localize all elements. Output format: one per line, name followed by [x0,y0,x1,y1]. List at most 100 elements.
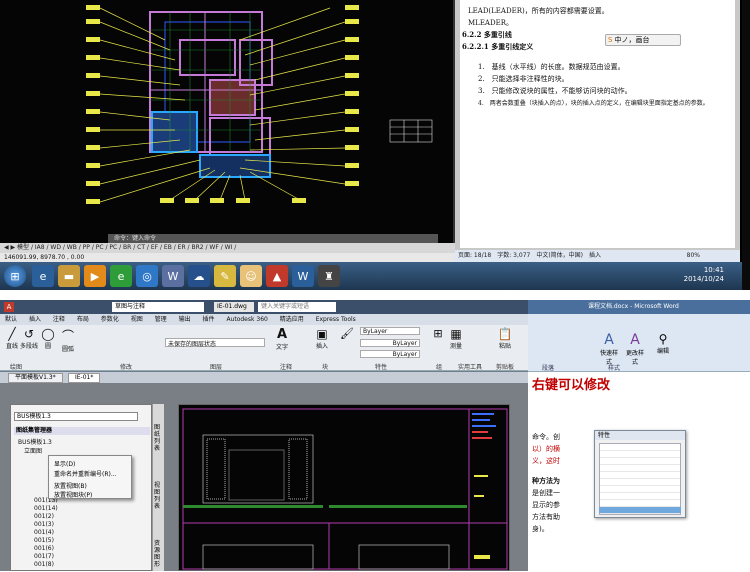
search-input[interactable]: 键入关键字或短语 [258,302,336,312]
panel-header: 图纸集管理器 [14,427,150,435]
binoculars-icon: ⚲ [658,332,668,346]
word-doc-icon[interactable]: W [292,265,314,287]
group-label-layer: 图层 [210,364,223,371]
doc-list-item: 4. 两者会数重叠（块插入的点），块的插入点的定义，在编辑块里面指定基点的参数。 [478,100,709,107]
tab-annotate[interactable]: 注释 [53,316,65,323]
match-properties-button[interactable]: 🖌 [340,327,354,340]
clock[interactable]: 10:41 2014/10/24 [684,266,724,284]
app-icon[interactable]: e [110,265,132,287]
doc-tab[interactable]: 平面模板V1.3* [8,373,63,383]
linetype-select[interactable]: ByLayer [360,339,420,347]
group-button[interactable]: ⊞ [430,327,446,340]
menu-item-place-view[interactable]: 放置视图(B) [54,481,87,490]
context-menu: 显示(D) 重命名并重新编号(R)... 放置视图(B) 放置视图块(P) [48,455,132,499]
properties-dialog[interactable]: 特性 [594,430,686,518]
doc-line: MLEADER。 [468,19,513,27]
insert-button[interactable]: ▣ 插入 [312,327,332,350]
tree-item[interactable]: 001(2) [34,513,54,520]
tab-featured-apps[interactable]: 精选应用 [280,316,304,323]
menu-item-place-view-block[interactable]: 放置视图块(P) [54,490,92,499]
tree-item[interactable]: 001(4) [34,529,54,536]
tree-item[interactable]: 001(5) [34,537,54,544]
word-title-bar: 课程文档.docx - Microsoft Word [528,300,750,314]
measure-button[interactable]: ▦ 测量 [446,327,466,350]
color-select[interactable]: ByLayer [360,327,420,335]
arc-button[interactable]: ⌒ 圆弧 [60,327,76,353]
tree-item[interactable]: 001(14) [34,505,58,512]
tab-plugins[interactable]: 插件 [203,316,215,323]
menu-item-show[interactable]: 显示(D) [54,459,75,468]
group-label-groups: 组 [436,364,443,371]
property-selected-row[interactable] [599,507,681,513]
start-icon[interactable]: ⊞ [4,265,26,287]
layout-tabs[interactable]: ◀ ▶ 模型 / IA8 / WD / WB / PP / PC / PC / … [0,243,455,253]
tab-express-tools[interactable]: Express Tools [316,316,356,323]
tree-item[interactable]: 001(7) [34,553,54,560]
side-tab-sheets[interactable]: 图纸列表 [154,424,164,452]
word-icon[interactable]: W [162,265,184,287]
change-styles-icon: A [630,332,640,348]
zoom-level[interactable]: 80% [687,250,700,262]
doc-heading: 右键可以修改 [532,378,611,393]
tree-item[interactable]: 001(8) [34,561,54,568]
doc-tab-active[interactable]: IE-01* [68,373,101,383]
change-styles-button[interactable]: A 更改样式 [624,332,646,366]
polyline-button[interactable]: ↺ 多段线 [20,327,38,350]
group-label-draw: 绘图 [10,364,23,371]
text-icon: A [276,327,288,342]
cad-drawing-area-top[interactable] [0,0,455,262]
tab-layout[interactable]: 布局 [77,316,89,323]
tree-item[interactable]: 001(6) [34,545,54,552]
app2-icon[interactable]: ♜ [318,265,340,287]
circle-button[interactable]: ◯ 圆 [40,327,56,350]
tab-default[interactable]: 默认 [5,316,17,323]
tab-insert[interactable]: 插入 [29,316,41,323]
side-tab-resources[interactable]: 资源图形 [154,540,164,568]
autocad-icon[interactable]: ▲ [266,265,288,287]
text-button[interactable]: A 文字 [272,327,292,351]
doc-heading: 6.2.2.1 多重引线定义 [462,42,534,51]
avatar-icon[interactable]: ☺ [240,265,262,287]
side-tab-views[interactable]: 视图列表 [154,482,164,510]
line-button[interactable]: ╱ 直线 [4,327,20,350]
menu-item-rename[interactable]: 重命名并重新编号(R)... [54,469,117,478]
tree-folder[interactable]: 立面图 [24,446,42,455]
network-icon[interactable]: ◎ [136,265,158,287]
property-grid[interactable] [599,443,681,515]
doc-heading: 6.2.2 多重引线 [462,30,512,39]
separator [0,290,750,300]
tab-parametric[interactable]: 参数化 [101,316,119,323]
folder-icon[interactable]: ▬ [58,265,80,287]
doc-line: 显示的参 [532,501,560,509]
tree-item[interactable]: 001(3) [34,521,54,528]
ime-toolbar[interactable]: S 中ノ，画台 [605,34,681,46]
tab-view[interactable]: 视图 [131,316,143,323]
tab-autodesk360[interactable]: Autodesk 360 [226,316,267,323]
tool-icon[interactable]: ☁ [188,265,210,287]
tree-root[interactable]: BUS模板1.3 [18,437,52,446]
clipboard-icon: 📋 [497,327,513,341]
insert-icon: ▣ [316,327,328,341]
cad-drawing-area-bottom[interactable] [178,404,510,571]
tab-manage[interactable]: 管理 [155,316,167,323]
word-page-top[interactable]: LEAD(LEADER)，所有的内容都需要设置。 MLEADER。 6.2.2 … [460,0,735,248]
tab-output[interactable]: 输出 [179,316,191,323]
polyline-icon: ↺ [23,327,35,341]
media-icon[interactable]: ▶ [84,265,106,287]
coordinate-readout: 146091.99, 8978.70 , 0.00 [0,253,455,262]
edit-button[interactable]: ⚲ 编辑 [652,332,674,355]
workspace-select[interactable]: 草图与注释 [112,302,204,312]
lineweight-select[interactable]: ByLayer [360,350,420,358]
paste-button[interactable]: 📋 粘贴 [494,327,516,350]
layer-state-select[interactable]: 未保存的图层状态 [165,338,265,348]
ribbon-tabs: 默认 插入 注释 布局 参数化 视图 管理 输出 插件 Autodesk 360… [0,314,528,325]
word-status-bar: 页面: 18/18 字数: 3,077 中文(简体，中国) 插入 80% [455,250,740,262]
quick-styles-button[interactable]: A 快速样式 [598,332,620,366]
ie-icon[interactable]: e [32,265,54,287]
paint-icon[interactable]: ✎ [214,265,236,287]
group-label-clipboard: 剪贴板 [496,364,515,371]
group-label-annotate: 注释 [280,364,293,371]
document-tabs: 平面模板V1.3* IE-01* [0,372,528,383]
sheet-set-select[interactable]: BUS模板1.3 [14,412,138,421]
autocad-logo-icon[interactable]: A [4,302,14,312]
